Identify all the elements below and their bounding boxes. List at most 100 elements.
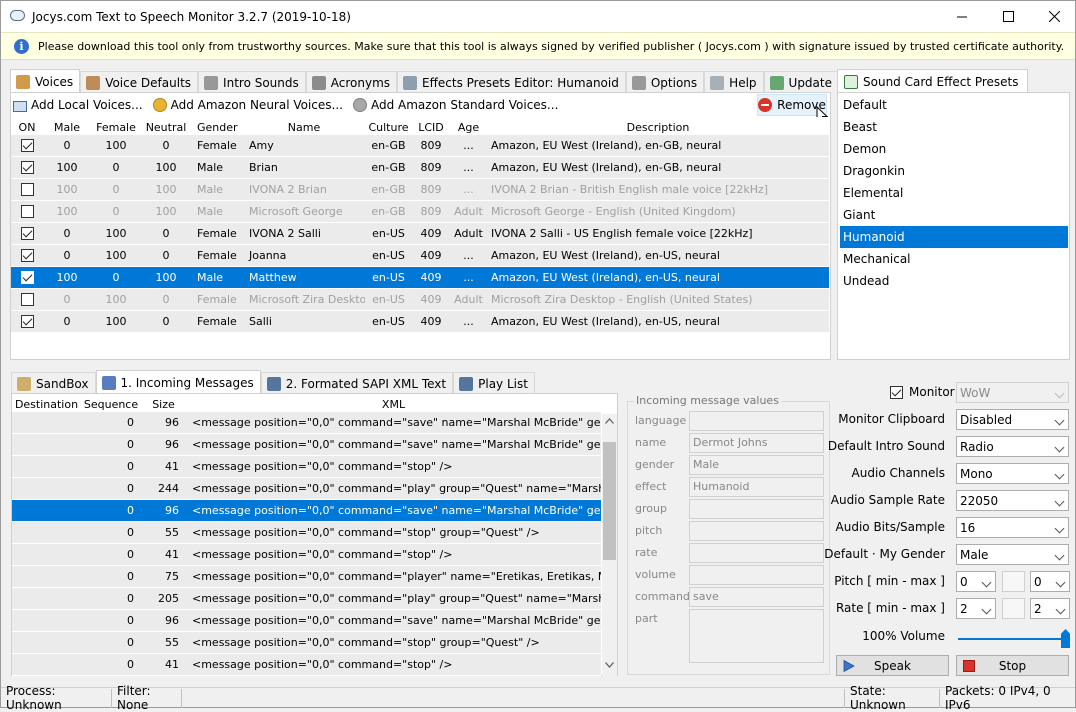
voice-enabled-checkbox[interactable] <box>20 161 34 174</box>
messages-scrollbar[interactable] <box>602 414 617 676</box>
setting-select[interactable]: Disabled <box>956 409 1069 430</box>
preset-item[interactable]: Mechanical <box>840 248 1068 270</box>
message-row[interactable]: 0 41 <message position="0,0" command="stop… <box>12 456 601 478</box>
rate-min-select[interactable]: 2 <box>956 598 996 619</box>
voice-row[interactable]: 100 0 100 Male IVONA 2 Brian en-GB 809... IVONA… <box>11 179 829 201</box>
voice-row[interactable]: 0 100 0 Female IVONA 2 Salli en-US 409 Adult IVO… <box>11 223 829 245</box>
setting-select[interactable]: Male <box>956 544 1069 565</box>
message-row[interactable]: 0 41 <message position="0,0" command="stop… <box>12 654 601 676</box>
speak-button[interactable]: Speak <box>836 655 949 676</box>
column-header-size[interactable]: Size <box>141 398 186 411</box>
tab-1-incoming-messages[interactable]: 1. Incoming Messages <box>95 370 261 395</box>
column-header-lcid[interactable]: LCID <box>412 121 450 134</box>
close-button[interactable] <box>1031 1 1076 32</box>
tab-acronyms[interactable]: Acronyms <box>305 71 398 93</box>
message-row[interactable]: 0 75 <message position="0,0" command="play… <box>12 566 601 588</box>
preset-item[interactable]: Giant <box>840 204 1068 226</box>
tab-2-formated-sapi-xml-text[interactable]: 2. Formated SAPI XML Text <box>260 372 454 394</box>
preset-item[interactable]: Default <box>840 94 1068 116</box>
pitch-max-select[interactable]: 0 <box>1030 571 1070 592</box>
title-bar[interactable]: Jocys.com Text to Speech Monitor 3.2.7 (… <box>1 1 1075 32</box>
column-header-female[interactable]: Female <box>91 121 141 134</box>
tab-options[interactable]: Options <box>625 71 705 93</box>
stop-button[interactable]: Stop <box>956 655 1069 676</box>
voice-row[interactable]: 100 0 100 Male Microsoft George en-GB 809 Adult… <box>11 201 829 223</box>
rate-lock-box[interactable] <box>1002 598 1025 619</box>
tab-sandbox[interactable]: SandBox <box>11 372 96 394</box>
message-cell-xml: <message position="0,0" command="play" g… <box>192 482 601 495</box>
message-row[interactable]: 0 96 <message position="0,0" command="save… <box>12 412 601 434</box>
voice-row[interactable]: 0 100 0 Female Microsoft Zira Desktop en-US 40… <box>11 289 829 311</box>
setting-select[interactable]: Mono <box>956 463 1069 484</box>
voice-enabled-checkbox[interactable] <box>20 315 34 328</box>
voice-row[interactable]: 0 100 0 Female Joanna en-US 409... Amazon, EU W… <box>11 245 829 267</box>
preset-item[interactable]: Elemental <box>840 182 1068 204</box>
maximize-button[interactable] <box>985 1 1031 32</box>
message-row[interactable]: 0 41 <message position="0,0" command="stop… <box>12 544 601 566</box>
setting-value: 16 <box>960 520 976 535</box>
voice-row[interactable]: 100 0 100 Male Brian en-GB 809... Amazon, EU We… <box>11 157 829 179</box>
column-header-age[interactable]: Age <box>450 121 487 134</box>
add-local-voices-button[interactable]: Add Local Voices... <box>13 98 143 112</box>
voice-enabled-checkbox[interactable] <box>20 139 34 152</box>
column-header-name[interactable]: Name <box>243 121 365 134</box>
voice-enabled-checkbox[interactable] <box>20 227 34 240</box>
column-header-gender[interactable]: Gender <box>191 121 243 134</box>
volume-slider-thumb[interactable] <box>1061 629 1070 648</box>
message-row[interactable]: 0 55 <message position="0,0" command="stop… <box>12 522 601 544</box>
voice-cell-culture: en-US <box>372 227 405 240</box>
column-header-male[interactable]: Male <box>43 121 91 134</box>
rate-max-select[interactable]: 2 <box>1030 598 1070 619</box>
monitor-target-select[interactable]: WoW <box>956 382 1069 403</box>
add-amazon-standard-button[interactable]: Add Amazon Standard Voices... <box>352 98 558 112</box>
minimize-button[interactable] <box>939 1 985 32</box>
message-row[interactable]: 0 96 <message position="0,0" command="save… <box>12 500 601 522</box>
message-row[interactable]: 0 96 <message position="0,0" command="save… <box>12 610 601 632</box>
preset-item[interactable]: Demon <box>840 138 1068 160</box>
column-header-neutral[interactable]: Neutral <box>141 121 191 134</box>
add-amazon-neural-button[interactable]: Add Amazon Neural Voices... <box>152 98 343 112</box>
tab-voices[interactable]: Voices <box>10 69 81 94</box>
setting-select[interactable]: 16 <box>956 517 1069 538</box>
voice-enabled-checkbox[interactable] <box>20 249 34 262</box>
voice-enabled-checkbox[interactable] <box>20 293 34 306</box>
voice-row[interactable]: 0 100 0 Female Salli en-US 409... Amazon, EU We… <box>11 311 829 333</box>
message-row[interactable]: 0 96 <message position="0,0" command="save… <box>12 434 601 456</box>
tab-intro-sounds[interactable]: Intro Sounds <box>198 71 306 93</box>
column-header-description[interactable]: Description <box>487 121 829 134</box>
tab-effects-presets-editor-humanoid[interactable]: Effects Presets Editor: Humanoid <box>397 71 626 93</box>
pitch-lock-box[interactable] <box>1002 571 1025 592</box>
message-row[interactable]: 0 244 <message position="0,0" command="pla… <box>12 478 601 500</box>
tab-update[interactable]: Update <box>763 71 839 93</box>
column-header-xml[interactable]: XML <box>186 398 601 411</box>
monitor-checkbox[interactable] <box>890 386 903 399</box>
voice-cell-age: ... <box>463 271 474 284</box>
voice-row[interactable]: 100 0 100 Male Matthew en-US 409... Amazon, EU … <box>11 267 829 289</box>
tab-play-list[interactable]: Play List <box>453 372 535 394</box>
column-header-sequence[interactable]: Sequence <box>81 398 141 411</box>
message-row[interactable]: 0 55 <message position="0,0" command="stop… <box>12 632 601 654</box>
voice-enabled-checkbox[interactable] <box>20 183 34 196</box>
preset-item[interactable]: Undead <box>840 270 1068 292</box>
preset-item[interactable]: Humanoid <box>840 226 1068 248</box>
voice-row[interactable]: 0 100 0 Female Amy en-GB 809... Amazon, EU West… <box>11 135 829 157</box>
message-cell-size: 75 <box>165 570 179 583</box>
tab-help[interactable]: Help <box>704 71 764 93</box>
voice-enabled-checkbox[interactable] <box>20 205 34 218</box>
column-header-on[interactable]: ON <box>11 121 43 134</box>
preset-item[interactable]: Beast <box>840 116 1068 138</box>
scroll-thumb[interactable] <box>603 442 616 560</box>
column-header-destination[interactable]: Destination <box>12 398 81 411</box>
voice-enabled-checkbox[interactable] <box>20 271 34 284</box>
volume-slider-track[interactable] <box>958 638 1066 640</box>
tab-label: Effects Presets Editor: Humanoid <box>422 75 619 90</box>
setting-select[interactable]: 22050 <box>956 490 1069 511</box>
message-row[interactable]: 0 205 <message position="0,0" command="pla… <box>12 588 601 610</box>
column-header-culture[interactable]: Culture <box>365 121 412 134</box>
pitch-min-select[interactable]: 0 <box>956 571 996 592</box>
tab-voice-defaults[interactable]: Voice Defaults <box>80 71 199 93</box>
setting-select[interactable]: Radio <box>956 436 1069 457</box>
preset-item[interactable]: Dragonkin <box>840 160 1068 182</box>
tab-sound-card-effect-presets[interactable]: Sound Card Effect Presets <box>837 69 1028 94</box>
voice-cell-desc: IVONA 2 Brian - British English male voi… <box>491 183 769 196</box>
